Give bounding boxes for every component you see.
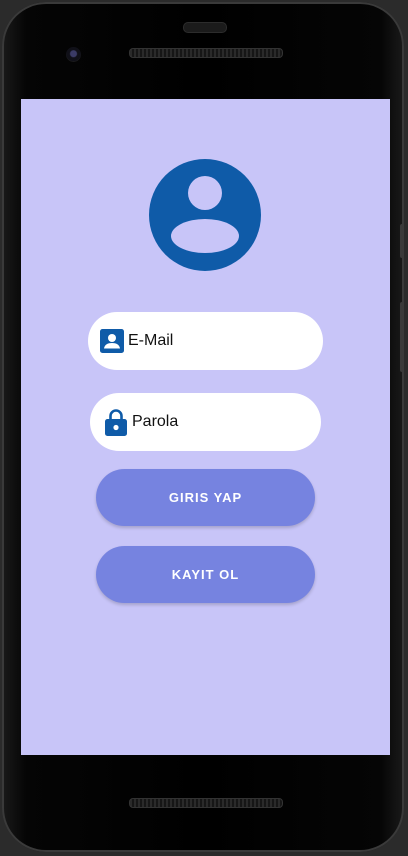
- volume-button: [400, 302, 404, 372]
- login-button[interactable]: GIRIS YAP: [96, 469, 315, 526]
- password-input[interactable]: [132, 413, 302, 431]
- account-box-icon: [99, 328, 125, 354]
- password-field[interactable]: [90, 393, 321, 451]
- earpiece: [183, 22, 227, 33]
- top-speaker: [129, 48, 283, 58]
- app-screen: GIRIS YAP KAYIT OL: [21, 99, 390, 755]
- bottom-speaker: [129, 798, 283, 808]
- power-button: [400, 224, 404, 258]
- account-circle-icon: [149, 159, 261, 271]
- register-button[interactable]: KAYIT OL: [96, 546, 315, 603]
- front-camera: [66, 47, 81, 62]
- device-frame: GIRIS YAP KAYIT OL: [2, 2, 404, 852]
- email-input[interactable]: [128, 332, 298, 350]
- lock-icon: [103, 409, 129, 436]
- email-field[interactable]: [88, 312, 323, 370]
